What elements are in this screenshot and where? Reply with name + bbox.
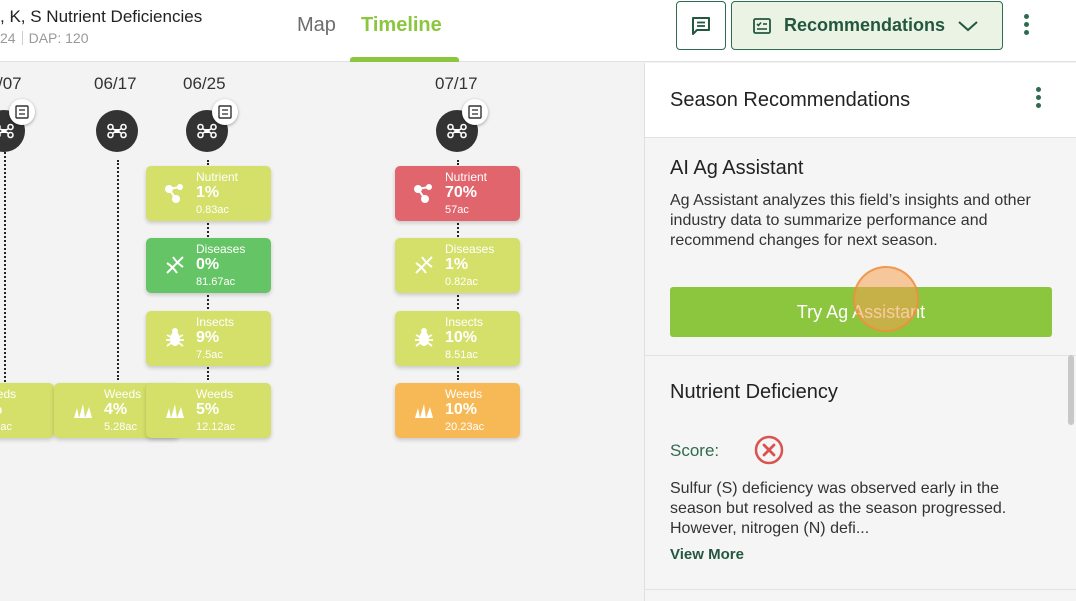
card-percent: 4% [104, 401, 128, 418]
try-ag-assistant-button[interactable]: Try Ag Assistant [670, 287, 1052, 337]
card-area: 81.67ac [196, 276, 236, 288]
weeds-icon [74, 404, 92, 418]
card-label: Nutrient [445, 170, 488, 184]
card-label: Insects [196, 315, 235, 329]
panel-title: Season Recommendations [670, 89, 911, 111]
ai-assistant-description: Ag Assistant analyzes this field’s insig… [670, 192, 1031, 249]
dna-icon [166, 256, 184, 274]
drone-icon [447, 123, 467, 139]
message-icon [692, 16, 710, 35]
card-area: 20.23ac [445, 421, 485, 433]
ai-assistant-title: AI Ag Assistant [670, 157, 804, 179]
drone-icon [0, 123, 14, 139]
card-percent: 10% [445, 401, 478, 418]
insects-card[interactable]: Insects 9% 7.5ac [146, 311, 271, 366]
card-label: Diseases [196, 242, 246, 256]
card-area: 0.82ac [445, 276, 479, 288]
panel-header: Season Recommendations [645, 63, 1076, 138]
card-label: Diseases [445, 242, 495, 256]
recommendations-label: Recommendations [784, 15, 946, 35]
bug-icon [415, 328, 433, 347]
nutrient-summary: Sulfur (S) deficiency was observed early… [670, 480, 1007, 537]
timeline-date: 07/17 [435, 74, 478, 93]
recommendations-dropdown[interactable]: Recommendations [731, 1, 1003, 50]
card-area: 0.83ac [196, 204, 230, 216]
top-bar: , K, S Nutrient Deficiencies 24 DAP: 120 … [0, 0, 1076, 62]
card-label: Weeds [196, 387, 234, 401]
dap-label: DAP: 120 [28, 30, 89, 46]
card-percent: 1% [0, 401, 2, 419]
report-badge[interactable] [9, 99, 35, 125]
checklist-icon [753, 17, 771, 34]
timeline-date: 06/25 [183, 74, 226, 93]
card-percent: 70% [445, 184, 478, 201]
card-area: 12.12ac [196, 421, 236, 433]
more-options-icon[interactable] [1023, 14, 1029, 35]
diseases-card[interactable]: Diseases 1% 0.82ac [395, 238, 520, 293]
bug-icon [166, 328, 184, 347]
score-label: Score: [670, 441, 720, 460]
weeds-icon [415, 404, 433, 418]
checklist-icon [15, 105, 29, 119]
section-divider [645, 355, 1076, 356]
timeline-date: /07 [0, 74, 22, 93]
card-label: Weeds [445, 387, 483, 401]
card-label: Insects [445, 315, 484, 329]
card-area: 7.5ac [196, 349, 223, 361]
card-area: 5.28ac [104, 421, 138, 433]
tab-map[interactable]: Map [297, 14, 336, 37]
report-badge[interactable] [212, 99, 238, 125]
report-badge[interactable] [462, 99, 488, 125]
season-year: 24 [0, 30, 16, 46]
checklist-icon [468, 105, 482, 119]
chevron-down-icon [958, 20, 978, 31]
weeds-card[interactable]: Weeds 1% 0.18ac [0, 383, 54, 438]
timeline-date: 06/17 [94, 74, 137, 93]
dna-icon [415, 256, 433, 274]
error-x-circle-icon [754, 435, 784, 465]
nutrient-card[interactable]: Nutrient 70% 57ac [395, 166, 520, 221]
insects-card[interactable]: Insects 10% 8.51ac [395, 311, 520, 366]
nutrient-icon [165, 184, 183, 203]
nutrient-icon [414, 184, 432, 203]
card-percent: 0% [196, 256, 220, 273]
field-title: , K, S Nutrient Deficiencies [0, 7, 203, 26]
tab-timeline[interactable]: Timeline [361, 14, 442, 37]
comments-button[interactable] [676, 1, 726, 50]
card-percent: 1% [445, 256, 469, 273]
card-area: 0.18ac [0, 421, 13, 433]
card-label: Nutrient [196, 170, 239, 184]
card-area: 8.51ac [445, 349, 479, 361]
view-more-link[interactable]: View More [670, 546, 744, 563]
timeline-connector [117, 160, 119, 380]
timeline-view: /07 06/17 06/25 07/17 Weeds 1% 0.18ac We… [0, 63, 644, 601]
card-percent: 5% [196, 401, 220, 418]
card-percent: 9% [196, 329, 220, 346]
weeds-icon [166, 404, 184, 418]
checklist-icon [218, 105, 232, 119]
card-area: 57ac [445, 204, 469, 216]
active-tab-indicator [350, 57, 459, 62]
nutrient-deficiency-title: Nutrient Deficiency [670, 381, 838, 403]
panel-scrollbar[interactable] [1068, 355, 1074, 425]
field-subtitle: 24 DAP: 120 [0, 30, 89, 46]
drone-icon [107, 123, 127, 139]
season-recommendations-panel: Season Recommendations AI Ag Assistant A… [644, 63, 1076, 601]
diseases-card[interactable]: Diseases 0% 81.67ac [146, 238, 271, 293]
flight-marker[interactable] [96, 110, 138, 152]
weeds-card[interactable]: Weeds 5% 12.12ac [146, 383, 271, 438]
card-percent: 10% [445, 329, 478, 346]
nutrient-card[interactable]: Nutrient 1% 0.83ac [146, 166, 271, 221]
card-percent: 1% [196, 184, 220, 201]
more-options-icon[interactable] [1035, 87, 1041, 108]
card-label: Weeds [104, 387, 142, 401]
drone-icon [197, 123, 217, 139]
weeds-card[interactable]: Weeds 10% 20.23ac [395, 383, 520, 438]
section-divider [645, 589, 1076, 590]
card-label: Weeds [0, 387, 17, 401]
